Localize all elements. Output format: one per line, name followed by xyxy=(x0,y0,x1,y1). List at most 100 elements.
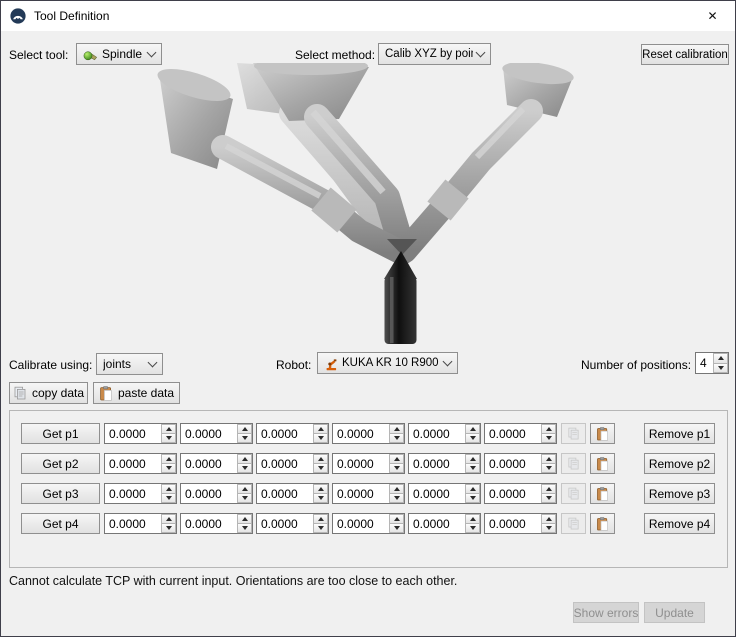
spin-up-button[interactable] xyxy=(313,484,328,494)
spin-down-button[interactable] xyxy=(237,524,252,533)
spin-down-button[interactable] xyxy=(313,434,328,443)
p1-coordinate-input-1[interactable] xyxy=(105,424,161,443)
get-p1-button[interactable]: Get p1 xyxy=(21,423,100,444)
row4-paste-button[interactable] xyxy=(590,513,615,534)
p4-coordinate-input-5[interactable] xyxy=(409,514,465,533)
spin-up-button[interactable] xyxy=(465,454,480,464)
p3-coordinate-input-6[interactable] xyxy=(485,484,541,503)
p4-coordinate-input-6[interactable] xyxy=(485,514,541,533)
spin-down-button[interactable] xyxy=(237,464,252,473)
spin-down-button[interactable] xyxy=(465,434,480,443)
spin-down-button[interactable] xyxy=(465,464,480,473)
spin-down-button[interactable] xyxy=(389,524,404,533)
p1-coordinate-input-5[interactable] xyxy=(409,424,465,443)
p2-coordinate-input-3[interactable] xyxy=(257,454,313,473)
row1-copy-button[interactable] xyxy=(561,423,586,444)
spin-up-button[interactable] xyxy=(465,424,480,434)
p1-coordinate-input-3[interactable] xyxy=(257,424,313,443)
spin-down-button[interactable] xyxy=(389,494,404,503)
p4-coordinate-input-2[interactable] xyxy=(181,514,237,533)
remove-p3-button[interactable]: Remove p3 xyxy=(644,483,715,504)
row1-paste-button[interactable] xyxy=(590,423,615,444)
p4-coordinate-input-3[interactable] xyxy=(257,514,313,533)
p2-coordinate-input-6[interactable] xyxy=(485,454,541,473)
spin-down-button[interactable] xyxy=(237,494,252,503)
spin-up-button[interactable] xyxy=(465,484,480,494)
calibrate-using-select[interactable]: joints xyxy=(96,353,163,375)
spin-down-button[interactable] xyxy=(389,464,404,473)
positions-input[interactable] xyxy=(696,353,713,373)
p1-coordinate-input-2[interactable] xyxy=(181,424,237,443)
spin-up-button[interactable] xyxy=(313,424,328,434)
row3-copy-button[interactable] xyxy=(561,483,586,504)
row4-copy-button[interactable] xyxy=(561,513,586,534)
get-p2-button[interactable]: Get p2 xyxy=(21,453,100,474)
spin-up-button[interactable] xyxy=(161,514,176,524)
spin-up-button[interactable] xyxy=(541,484,556,494)
spin-up-button[interactable] xyxy=(237,514,252,524)
spin-up-button[interactable] xyxy=(465,514,480,524)
spin-up-button[interactable] xyxy=(541,424,556,434)
remove-p1-button[interactable]: Remove p1 xyxy=(644,423,715,444)
row3-paste-button[interactable] xyxy=(590,483,615,504)
spin-down-button[interactable] xyxy=(541,434,556,443)
spin-down-button[interactable] xyxy=(313,464,328,473)
spin-up-button[interactable] xyxy=(313,454,328,464)
remove-p2-button[interactable]: Remove p2 xyxy=(644,453,715,474)
p3-coordinate-input-2[interactable] xyxy=(181,484,237,503)
spin-down-button[interactable] xyxy=(161,434,176,443)
spin-down-button[interactable] xyxy=(237,434,252,443)
remove-p4-button[interactable]: Remove p4 xyxy=(644,513,715,534)
spin-up-button[interactable] xyxy=(389,454,404,464)
update-button[interactable]: Update xyxy=(644,602,705,623)
p2-coordinate-input-4[interactable] xyxy=(333,454,389,473)
spin-up-button[interactable] xyxy=(541,514,556,524)
spin-up-button[interactable] xyxy=(389,424,404,434)
tool-select[interactable]: Spindle xyxy=(76,43,162,65)
close-button[interactable]: ✕ xyxy=(690,1,735,30)
p4-coordinate-input-1[interactable] xyxy=(105,514,161,533)
p2-coordinate-input-1[interactable] xyxy=(105,454,161,473)
spin-down-button[interactable] xyxy=(161,464,176,473)
p1-coordinate-input-4[interactable] xyxy=(333,424,389,443)
copy-data-button[interactable]: copy data xyxy=(9,382,88,404)
spin-up-button[interactable] xyxy=(161,424,176,434)
p2-coordinate-input-2[interactable] xyxy=(181,454,237,473)
spin-down-button[interactable] xyxy=(313,494,328,503)
p3-coordinate-input-1[interactable] xyxy=(105,484,161,503)
spin-down-button[interactable] xyxy=(713,364,728,374)
method-select[interactable]: Calib XYZ by point xyxy=(378,43,491,65)
spin-down-button[interactable] xyxy=(313,524,328,533)
paste-data-button[interactable]: paste data xyxy=(93,382,180,404)
spin-up-button[interactable] xyxy=(237,454,252,464)
p3-coordinate-input-5[interactable] xyxy=(409,484,465,503)
spin-up-button[interactable] xyxy=(313,514,328,524)
spin-down-button[interactable] xyxy=(161,524,176,533)
p4-coordinate-input-4[interactable] xyxy=(333,514,389,533)
spin-up-button[interactable] xyxy=(389,484,404,494)
spin-down-button[interactable] xyxy=(465,524,480,533)
get-p3-button[interactable]: Get p3 xyxy=(21,483,100,504)
row2-paste-button[interactable] xyxy=(590,453,615,474)
spin-up-button[interactable] xyxy=(237,424,252,434)
spin-down-button[interactable] xyxy=(161,494,176,503)
p3-coordinate-input-4[interactable] xyxy=(333,484,389,503)
spin-up-button[interactable] xyxy=(389,514,404,524)
spin-down-button[interactable] xyxy=(541,524,556,533)
p3-coordinate-input-3[interactable] xyxy=(257,484,313,503)
show-errors-button[interactable]: Show errors xyxy=(573,602,639,623)
p2-coordinate-input-5[interactable] xyxy=(409,454,465,473)
spin-up-button[interactable] xyxy=(237,484,252,494)
spin-up-button[interactable] xyxy=(541,454,556,464)
get-p4-button[interactable]: Get p4 xyxy=(21,513,100,534)
spin-down-button[interactable] xyxy=(541,464,556,473)
p1-coordinate-input-6[interactable] xyxy=(485,424,541,443)
positions-spinner[interactable] xyxy=(695,352,729,374)
spin-down-button[interactable] xyxy=(541,494,556,503)
robot-select[interactable]: KUKA KR 10 R900 sixx xyxy=(317,352,458,374)
row2-copy-button[interactable] xyxy=(561,453,586,474)
spin-down-button[interactable] xyxy=(389,434,404,443)
reset-calibration-button[interactable]: Reset calibration xyxy=(641,44,729,65)
spin-down-button[interactable] xyxy=(465,494,480,503)
spin-up-button[interactable] xyxy=(161,484,176,494)
